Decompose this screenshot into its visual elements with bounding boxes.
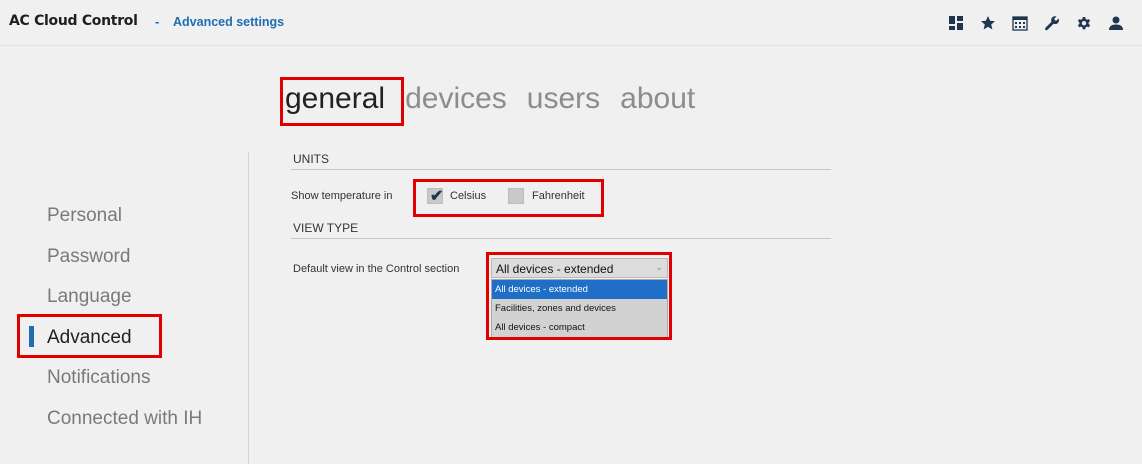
fahrenheit-label[interactable]: Fahrenheit <box>532 190 585 202</box>
tab-about[interactable]: about <box>620 80 695 118</box>
default-view-dropdown: All devices - extended Facilities, zones… <box>491 279 668 338</box>
wrench-icon[interactable] <box>1036 12 1068 34</box>
dropdown-option[interactable]: All devices - compact <box>492 318 667 337</box>
app-title: AC Cloud Control <box>9 13 138 29</box>
settings-tabs: general devices users about <box>285 80 695 118</box>
sidebar-item-advanced[interactable]: Advanced <box>47 318 202 359</box>
default-view-label: Default view in the Control section <box>293 263 460 275</box>
sidebar-item-language[interactable]: Language <box>47 277 202 318</box>
view-type-section-title: VIEW TYPE <box>293 221 359 235</box>
star-icon[interactable] <box>972 12 1004 34</box>
tab-users[interactable]: users <box>527 80 600 118</box>
celsius-checkbox[interactable]: ✔ <box>427 188 444 205</box>
title-separator: - <box>155 14 160 29</box>
dropdown-option[interactable]: Facilities, zones and devices <box>492 299 667 318</box>
dropdown-option[interactable]: All devices - extended <box>492 280 667 299</box>
active-indicator <box>29 326 34 347</box>
gear-icon[interactable] <box>1068 12 1100 34</box>
temperature-label: Show temperature in <box>291 190 393 202</box>
default-view-value: All devices - extended <box>496 262 614 276</box>
units-divider <box>291 169 831 170</box>
settings-sidebar: Personal Password Language Advanced Noti… <box>47 196 202 439</box>
user-icon[interactable] <box>1100 12 1132 34</box>
app-header: AC Cloud Control - Advanced settings <box>0 0 1142 46</box>
fahrenheit-checkbox[interactable] <box>508 188 524 204</box>
tab-general[interactable]: general <box>285 80 385 118</box>
dashboard-icon[interactable] <box>940 12 972 34</box>
sidebar-item-personal[interactable]: Personal <box>47 196 202 237</box>
calendar-icon[interactable] <box>1004 12 1036 34</box>
chevron-down-icon: ⌄ <box>655 262 663 272</box>
checkmark-icon: ✔ <box>430 188 444 205</box>
tab-devices[interactable]: devices <box>405 80 507 118</box>
page-title: Advanced settings <box>173 15 285 29</box>
celsius-label[interactable]: Celsius <box>450 190 486 202</box>
default-view-select[interactable]: All devices - extended ⌄ <box>491 258 668 278</box>
sidebar-divider <box>248 152 249 464</box>
sidebar-item-connected-with-ih[interactable]: Connected with IH <box>47 399 202 440</box>
view-type-divider <box>291 238 831 239</box>
sidebar-item-password[interactable]: Password <box>47 237 202 278</box>
units-section-title: UNITS <box>293 152 329 166</box>
header-toolbar <box>940 12 1132 34</box>
sidebar-item-notifications[interactable]: Notifications <box>47 358 202 399</box>
